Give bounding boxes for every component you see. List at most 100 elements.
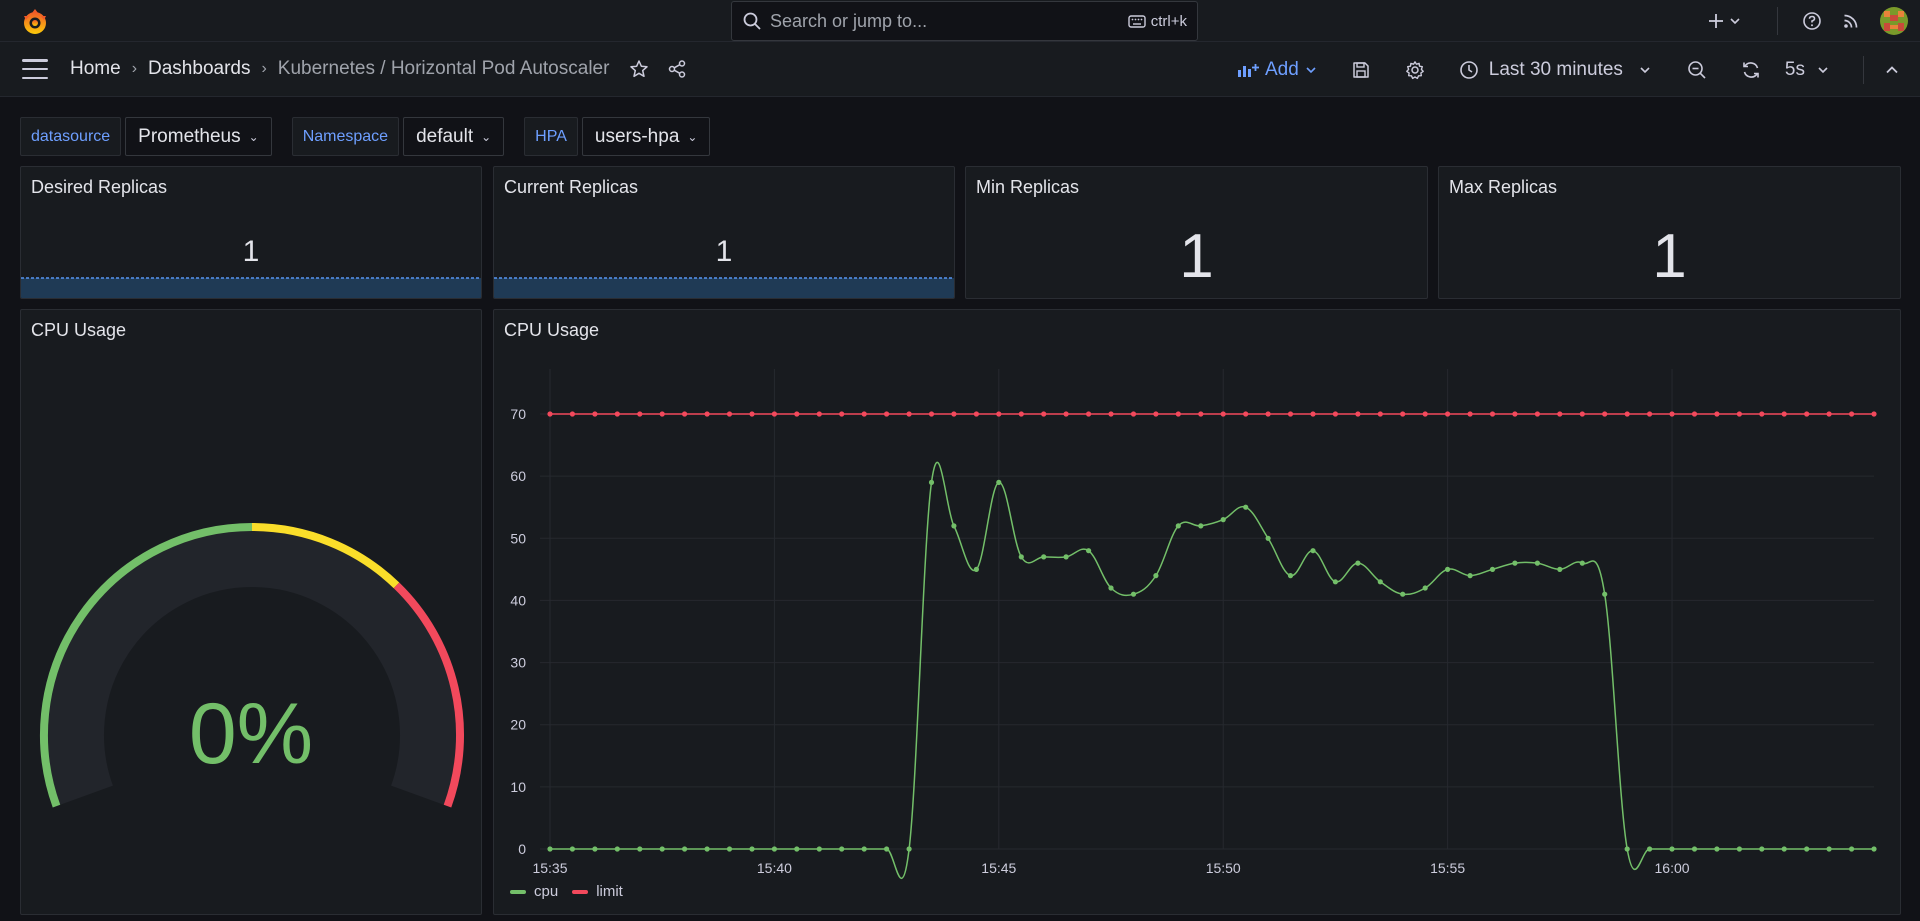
data-point-cpu xyxy=(592,846,598,852)
data-point-cpu xyxy=(1512,560,1518,566)
variable-label: HPA xyxy=(524,117,578,156)
data-point-limit xyxy=(1018,411,1024,417)
data-point-limit xyxy=(906,411,912,417)
data-point-limit xyxy=(1849,411,1855,417)
zoom-out-button[interactable] xyxy=(1687,60,1707,80)
refresh-interval-label: 5s xyxy=(1784,58,1805,80)
data-point-limit xyxy=(794,411,800,417)
add-button[interactable]: Add xyxy=(1237,59,1323,81)
menu-toggle-button[interactable] xyxy=(22,59,48,79)
search-placeholder: Search or jump to... xyxy=(770,10,928,31)
sparkline xyxy=(494,277,954,298)
data-point-cpu xyxy=(1467,573,1473,579)
chevron-right-icon: › xyxy=(131,60,138,77)
y-tick-label: 20 xyxy=(510,717,526,733)
user-avatar[interactable] xyxy=(1880,7,1908,35)
y-tick-label: 30 xyxy=(510,655,526,671)
refresh-button[interactable] xyxy=(1741,60,1761,80)
breadcrumb-dashboards[interactable]: Dashboards xyxy=(148,58,250,80)
panel-desired-replicas[interactable]: Desired Replicas 1 xyxy=(20,166,482,299)
data-point-cpu xyxy=(973,566,979,572)
data-point-limit xyxy=(1714,411,1720,417)
data-point-limit xyxy=(884,411,890,417)
panel-max-replicas[interactable]: Max Replicas 1 xyxy=(1438,166,1901,299)
help-button[interactable] xyxy=(1802,11,1822,31)
collapse-toolbar-button[interactable] xyxy=(1884,62,1900,78)
y-tick-label: 0 xyxy=(518,841,526,857)
refresh-icon xyxy=(1743,61,1759,78)
data-point-limit xyxy=(1759,411,1765,417)
dashboard-settings-button[interactable] xyxy=(1405,60,1425,80)
data-point-cpu xyxy=(861,846,867,852)
refresh-interval-picker[interactable]: 5s xyxy=(1785,59,1839,81)
chevron-right-icon: › xyxy=(261,60,267,77)
news-button[interactable] xyxy=(1842,12,1860,30)
help-icon xyxy=(1803,12,1821,30)
data-point-limit xyxy=(1198,411,1204,417)
legend-item-cpu[interactable]: cpu xyxy=(510,883,558,900)
data-point-limit xyxy=(1804,411,1810,417)
data-point-limit xyxy=(1287,411,1294,417)
star-button[interactable] xyxy=(629,59,649,79)
data-point-cpu xyxy=(1243,504,1249,510)
data-point-cpu xyxy=(1377,579,1383,585)
grafana-logo-icon[interactable] xyxy=(20,7,50,37)
variable-label: datasource xyxy=(20,117,122,156)
data-point-cpu xyxy=(1602,591,1608,597)
data-point-limit xyxy=(569,411,575,417)
data-point-limit xyxy=(682,411,688,417)
variable-select-namespace[interactable]: default ⌄ xyxy=(403,117,505,156)
stat-value: 1 xyxy=(1652,222,1687,291)
legend-item-limit[interactable]: limit xyxy=(572,883,623,900)
data-point-cpu xyxy=(1759,846,1765,852)
data-point-limit xyxy=(1041,411,1047,417)
data-point-cpu xyxy=(1445,566,1451,572)
gear-icon xyxy=(1405,60,1424,79)
data-point-cpu xyxy=(1400,591,1406,597)
data-point-limit xyxy=(1243,411,1249,417)
menu-line xyxy=(22,59,48,62)
time-range-picker[interactable]: Last 30 minutes xyxy=(1459,59,1661,81)
panel-cpu-usage-timeseries[interactable]: CPU Usage 0 10 20 30 40 50 60 70 15:35 15:40 15:45… xyxy=(493,309,1901,915)
top-bar-actions xyxy=(1707,0,1920,42)
new-menu-button[interactable] xyxy=(1707,12,1741,30)
breadcrumb-home[interactable]: Home xyxy=(70,58,121,80)
chart-legend: cpu limit xyxy=(510,883,637,900)
data-point-limit xyxy=(547,411,553,417)
data-point-cpu xyxy=(1265,535,1271,541)
data-point-limit xyxy=(928,411,935,417)
y-tick-label: 40 xyxy=(510,592,526,608)
data-point-limit xyxy=(1557,411,1563,417)
panel-min-replicas[interactable]: Min Replicas 1 xyxy=(965,166,1428,299)
panel-title: Min Replicas xyxy=(976,177,1080,197)
zoom-out-icon xyxy=(1688,60,1706,79)
panel-current-replicas[interactable]: Current Replicas 1 xyxy=(493,166,955,299)
data-point-cpu xyxy=(569,846,575,852)
share-button[interactable] xyxy=(667,59,687,79)
search-input[interactable]: Search or jump to... ctrl+k xyxy=(731,1,1198,41)
variable-select-hpa[interactable]: users-hpa ⌄ xyxy=(581,117,711,156)
data-point-limit xyxy=(816,411,822,417)
data-point-cpu xyxy=(1826,846,1832,852)
x-tick-label: 15:45 xyxy=(981,860,1016,876)
avatar-icon xyxy=(1880,7,1908,35)
data-point-limit xyxy=(1422,411,1428,417)
data-point-limit xyxy=(1781,411,1787,417)
save-dashboard-button[interactable] xyxy=(1351,60,1371,80)
data-point-cpu xyxy=(1647,846,1653,852)
data-point-limit xyxy=(1220,411,1226,417)
legend-label: cpu xyxy=(534,883,559,900)
data-point-cpu xyxy=(726,846,733,852)
data-point-cpu xyxy=(547,846,553,852)
x-tick-label: 15:35 xyxy=(532,860,567,876)
panel-cpu-usage-gauge[interactable]: CPU Usage 0% xyxy=(20,309,482,915)
data-point-limit xyxy=(1534,411,1540,417)
data-point-limit xyxy=(1108,411,1114,417)
data-point-limit xyxy=(1691,411,1698,417)
variable-select-datasource[interactable]: Prometheus ⌄ xyxy=(125,117,272,156)
data-point-cpu xyxy=(1332,579,1338,585)
data-point-limit xyxy=(1130,411,1137,417)
stat-value: 1 xyxy=(1179,222,1214,291)
data-point-cpu xyxy=(906,846,912,852)
data-point-cpu xyxy=(771,846,777,852)
